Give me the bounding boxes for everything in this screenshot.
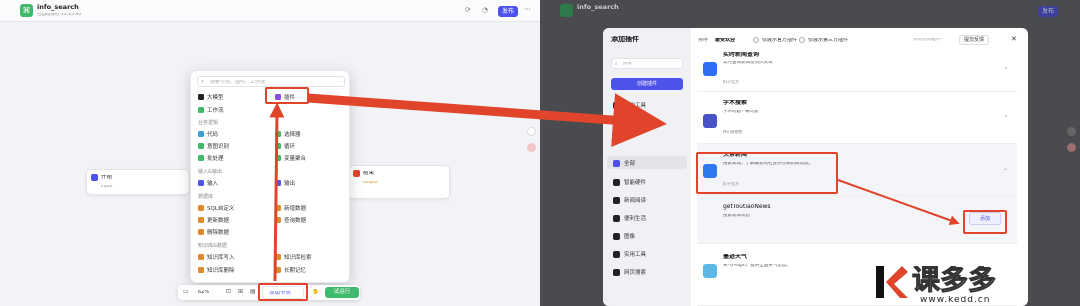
diag-arrow bbox=[837, 179, 960, 226]
brand-name: 课多多 bbox=[912, 266, 997, 294]
annotation-small-arrows bbox=[269, 102, 960, 282]
watermark: 课多多 www.kedd.cn bbox=[872, 262, 1080, 306]
brand-url: www.kedd.cn bbox=[920, 296, 991, 305]
brand-logo-icon bbox=[872, 264, 908, 300]
up-arrow bbox=[269, 102, 285, 282]
